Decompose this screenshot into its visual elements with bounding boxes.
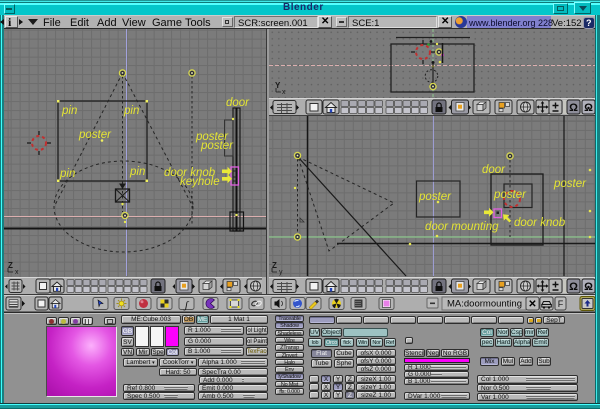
svg-text:pin: pin — [61, 105, 77, 117]
svg-text:poster: poster — [493, 189, 527, 201]
svg-text:x: x — [282, 89, 286, 96]
svg-text:poster: poster — [78, 129, 112, 141]
svg-text:MA:doormounting: MA:doormounting — [447, 299, 522, 310]
svg-text:door mounting: door mounting — [425, 221, 499, 233]
svg-text:keyhole: keyhole — [180, 176, 220, 188]
svg-text:y: y — [279, 269, 283, 276]
svg-text:Z: Z — [272, 261, 277, 270]
svg-text:x: x — [15, 269, 19, 276]
svg-text:pin: pin — [59, 168, 75, 180]
svg-text:poster: poster — [553, 178, 587, 190]
svg-text:door: door — [482, 164, 506, 176]
svg-text:pin: pin — [129, 166, 145, 178]
svg-text:F: F — [558, 299, 564, 309]
svg-text:poster: poster — [200, 140, 234, 152]
svg-text:door knob: door knob — [514, 217, 566, 229]
svg-text:Z: Z — [8, 261, 13, 270]
svg-text:✕: ✕ — [528, 299, 536, 310]
svg-text:pin: pin — [123, 105, 139, 117]
svg-text:poster: poster — [418, 191, 452, 203]
svg-text:door: door — [226, 97, 250, 109]
